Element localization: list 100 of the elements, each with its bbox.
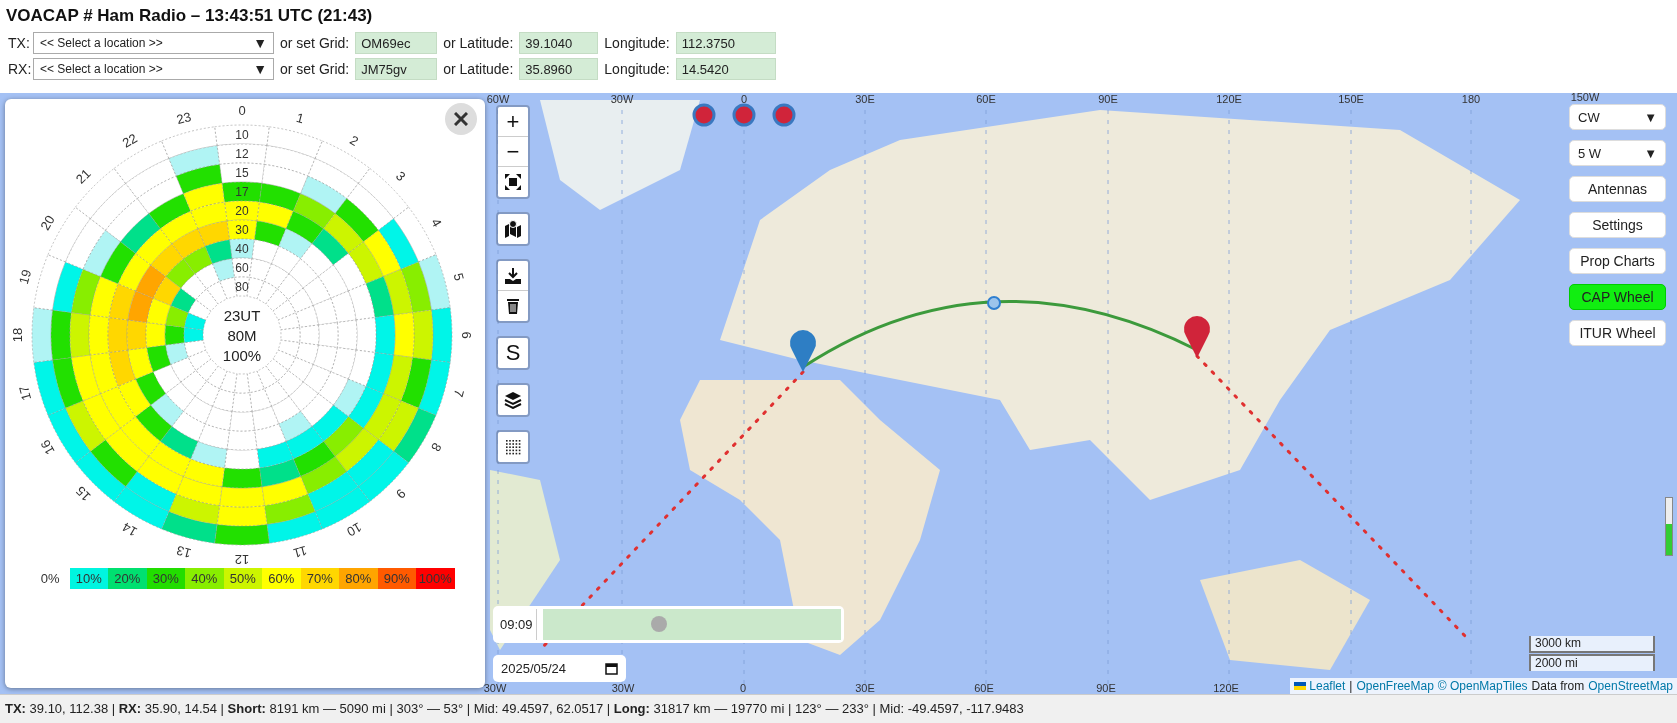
attribution-link[interactable]: OpenFreeMap bbox=[1356, 679, 1434, 693]
legend-item: 30% bbox=[146, 568, 185, 589]
field-label: or set Grid: bbox=[280, 35, 350, 51]
latitude-input[interactable]: 35.8960 bbox=[519, 58, 599, 80]
longitude-label: 150W bbox=[1570, 93, 1600, 103]
longitude-input[interactable]: 14.5420 bbox=[675, 58, 776, 80]
time-field[interactable]: 09:09 bbox=[496, 609, 537, 640]
panel-button[interactable]: Antennas bbox=[1569, 176, 1666, 202]
wheel-center-label: 80M bbox=[227, 327, 257, 344]
time-slider[interactable] bbox=[543, 609, 841, 640]
longitude-label: 60E bbox=[974, 682, 994, 694]
longitude-label: 30W bbox=[483, 682, 507, 694]
map-pin-icon bbox=[504, 220, 522, 238]
hour-label: 12 bbox=[234, 552, 250, 567]
location-select[interactable]: << Select a location >> ▼ bbox=[33, 32, 274, 54]
page-title: VOACAP # Ham Radio – 13:43:51 UTC (21:43) bbox=[6, 6, 373, 26]
map-pin[interactable] bbox=[790, 330, 816, 372]
hour-label: 19 bbox=[16, 267, 35, 286]
hour-label: 0 bbox=[238, 103, 246, 118]
attribution-link[interactable]: Leaflet bbox=[1294, 679, 1346, 693]
dropdown[interactable]: 5 W ▼ bbox=[1569, 140, 1666, 166]
attribution-text: Data from bbox=[1531, 679, 1585, 693]
zoom-in-button[interactable]: + bbox=[498, 107, 528, 137]
field-label: or Latitude: bbox=[443, 61, 514, 77]
longitude-label: 60E bbox=[976, 93, 996, 105]
longitude-label: 120E bbox=[1216, 93, 1242, 105]
grid-icon bbox=[504, 438, 522, 456]
dot-indicator bbox=[772, 103, 796, 127]
longitude-label: 90E bbox=[1096, 682, 1116, 694]
hour-label: 1 bbox=[294, 109, 306, 127]
vertical-slider[interactable] bbox=[1665, 497, 1673, 556]
midpoint-marker[interactable] bbox=[987, 296, 1001, 310]
grid-button[interactable] bbox=[498, 432, 528, 462]
layers-icon bbox=[504, 391, 522, 409]
scale-bar: 3000 km bbox=[1529, 636, 1655, 653]
hour-label: 6 bbox=[459, 331, 474, 339]
hour-label: 16 bbox=[37, 437, 58, 458]
panel-button[interactable]: Prop Charts bbox=[1569, 248, 1666, 274]
map-button[interactable] bbox=[498, 214, 528, 244]
legend-item: 90% bbox=[377, 568, 416, 589]
latitude-input[interactable]: 39.1040 bbox=[519, 32, 599, 54]
hour-label: 20 bbox=[37, 212, 58, 233]
longitude-label: 120E bbox=[1213, 682, 1239, 694]
hour-label: 10 bbox=[344, 519, 365, 540]
fullscreen-icon bbox=[504, 173, 522, 191]
calendar-icon[interactable] bbox=[605, 662, 618, 675]
scale-bar: 2000 mi bbox=[1529, 654, 1655, 671]
legend-item: 100% bbox=[416, 568, 455, 589]
map-pin[interactable] bbox=[1184, 316, 1210, 358]
frequency-label: 10 bbox=[235, 127, 249, 142]
legend-item: 10% bbox=[69, 568, 108, 589]
field-label: RX: bbox=[8, 61, 33, 77]
zoom-out-button[interactable]: − bbox=[498, 137, 528, 167]
legend-item: 40% bbox=[185, 568, 224, 589]
panel-button[interactable]: CAP Wheel bbox=[1569, 284, 1666, 310]
hour-label: 13 bbox=[174, 542, 193, 561]
frequency-label: 15 bbox=[235, 165, 249, 180]
download-icon bbox=[504, 266, 522, 285]
field-label: Longitude: bbox=[604, 61, 670, 77]
longitude-label: 30W bbox=[610, 93, 634, 105]
frequency-label: 17 bbox=[235, 184, 249, 199]
frequency-label: 20 bbox=[235, 203, 249, 218]
s-button[interactable]: S bbox=[498, 338, 528, 368]
hour-label: 3 bbox=[392, 168, 409, 185]
dropdown[interactable]: CW ▼ bbox=[1569, 104, 1666, 130]
legend-item: 60% bbox=[262, 568, 301, 589]
date-field[interactable]: 2025/05/24 bbox=[493, 655, 626, 682]
wheel-center-label: 100% bbox=[222, 347, 262, 364]
dot-indicator bbox=[732, 103, 756, 127]
grid-input[interactable]: JM75gv bbox=[355, 58, 438, 80]
frequency-label: 60 bbox=[235, 260, 249, 275]
status-bar: TX: 39.10, 112.38 | RX: 35.90, 14.54 | Short: 8191 km — 5090 mi | 303° — 53° | Mid: 49.4597, 62.0517 | Long: 31817 km — 19770 mi | 123° — 233° | Mid: -49.4597, -117.9483 bbox=[0, 694, 1677, 723]
attribution-link[interactable]: © OpenMapTiles bbox=[1437, 679, 1528, 693]
frequency-label: 30 bbox=[235, 222, 249, 237]
field-label: or Latitude: bbox=[443, 35, 514, 51]
hour-label: 8 bbox=[428, 440, 445, 455]
hour-label: 5 bbox=[450, 271, 468, 283]
layers-button[interactable] bbox=[498, 385, 528, 415]
wheel-center-label: 23UT bbox=[223, 307, 261, 324]
panel-button[interactable]: ITUR Wheel bbox=[1569, 320, 1666, 346]
grid-input[interactable]: OM69ec bbox=[355, 32, 438, 54]
slider-thumb[interactable] bbox=[651, 616, 668, 632]
legend-item: 20% bbox=[108, 568, 147, 589]
location-select[interactable]: << Select a location >> ▼ bbox=[33, 58, 274, 80]
fullscreen-button[interactable] bbox=[498, 167, 528, 197]
attribution-link[interactable]: OpenStreetMap bbox=[1588, 679, 1673, 693]
longitude-label: 30W bbox=[611, 682, 635, 694]
hour-label: 18 bbox=[10, 327, 25, 343]
legend-item: 80% bbox=[339, 568, 378, 589]
hour-label: 17 bbox=[16, 384, 35, 403]
longitude-input[interactable]: 112.3750 bbox=[675, 32, 776, 54]
panel-button[interactable]: Settings bbox=[1569, 212, 1666, 238]
close-button[interactable] bbox=[445, 103, 477, 135]
trash-icon bbox=[504, 297, 522, 315]
delete-button[interactable] bbox=[498, 291, 528, 321]
download-button[interactable] bbox=[498, 261, 528, 291]
longitude-label: 0 bbox=[739, 682, 747, 694]
hour-label: 21 bbox=[72, 165, 94, 187]
hour-label: 22 bbox=[119, 130, 140, 151]
close-icon bbox=[454, 112, 468, 126]
